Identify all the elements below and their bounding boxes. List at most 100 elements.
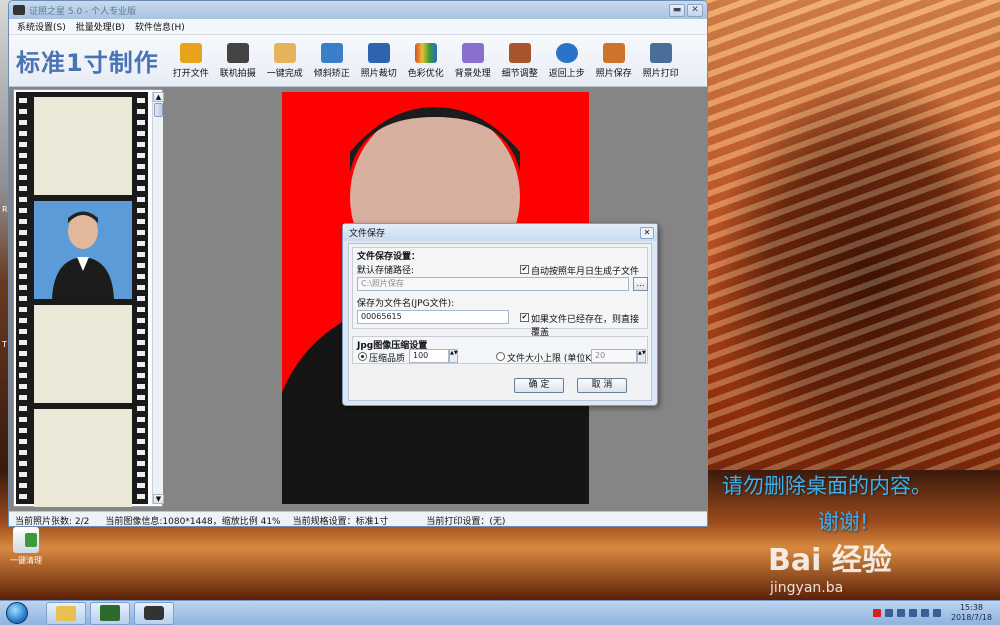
tray-app-icon[interactable] xyxy=(896,609,905,617)
tool-label: 返回上步 xyxy=(548,68,585,79)
undo-button[interactable]: 返回上步 xyxy=(544,42,590,79)
scroll-up-arrow-icon[interactable]: ▲ xyxy=(153,92,164,102)
overwrite-label: 如果文件已经存在，则直接覆盖 xyxy=(531,315,640,338)
tool-label: 照片裁切 xyxy=(360,68,397,79)
start-button[interactable] xyxy=(0,601,34,625)
tool-label: 细节调整 xyxy=(501,68,538,79)
file-save-dialog: 文件保存 ✕ 文件保存设置： 默认存储路径: ✔ 自动按照年月日生成子文件夹 C… xyxy=(342,223,658,406)
taskbar-camera-app[interactable] xyxy=(134,601,174,625)
system-tray: 15:38 2018/7/18 xyxy=(872,603,1000,623)
filename-input[interactable]: 00065615 xyxy=(357,310,509,324)
hand-icon xyxy=(273,42,296,63)
open-file-button[interactable]: 打开文件 xyxy=(168,42,214,79)
sogou-icon[interactable] xyxy=(872,609,881,617)
path-label: 默认存储路径: xyxy=(357,266,415,276)
status-image-info: 当前图像信息:1080*1448，缩放比例 41% xyxy=(105,516,281,527)
dialog-title: 文件保存 xyxy=(349,229,386,239)
desktop-icon-label: 一键清理 xyxy=(10,556,42,565)
detail-adjust-button[interactable]: 细节调整 xyxy=(497,42,543,79)
tool-label: 色彩优化 xyxy=(407,68,444,79)
quality-label: 压缩品质 xyxy=(369,354,406,364)
brand-title: 标准1寸制作 xyxy=(16,49,159,77)
crop-button[interactable]: 照片裁切 xyxy=(356,42,402,79)
color-optimize-button[interactable]: 色彩优化 xyxy=(403,42,449,79)
dialog-body: 文件保存设置： 默认存储路径: ✔ 自动按照年月日生成子文件夹 C:\照片保存 … xyxy=(348,243,652,401)
status-bar: 当前照片张数: 2/2 当前图像信息:1080*1448，缩放比例 41% 当前… xyxy=(9,511,707,527)
one-click-complete-button[interactable]: 一键完成 xyxy=(262,42,308,79)
menu-bar: 系统设置(S) 批量处理(B) 软件信息(H) xyxy=(9,19,707,35)
title-bar[interactable]: 证照之星 5.0 - 个人专业版 ▬ ✕ xyxy=(9,1,707,19)
thumbnail-empty[interactable] xyxy=(34,97,132,195)
close-button[interactable]: ✕ xyxy=(687,3,703,17)
desktop-edge-text: R xyxy=(2,205,8,214)
ok-button[interactable]: 确 定 xyxy=(514,378,564,393)
dialog-close-icon[interactable]: ✕ xyxy=(640,226,654,239)
desktop-edge-text: T xyxy=(2,340,7,349)
filmstrip-scrollbar[interactable]: ▲ ▼ xyxy=(152,92,164,504)
tool-label: 照片保存 xyxy=(595,68,632,79)
desktop-notice-line2: 谢谢! xyxy=(818,510,869,534)
size-limit-input[interactable]: 20 xyxy=(591,349,637,363)
printer-icon xyxy=(649,42,672,63)
thumbnail-empty[interactable] xyxy=(34,305,132,403)
menu-system-settings[interactable]: 系统设置(S) xyxy=(17,20,66,33)
thumbnail-filmstrip: ▲ ▼ xyxy=(13,89,164,507)
thumbnail-empty[interactable] xyxy=(34,409,132,507)
film-sprocket xyxy=(137,92,145,504)
histogram-icon xyxy=(508,42,531,63)
taskbar: 15:38 2018/7/18 xyxy=(0,600,1000,625)
dialog-title-bar[interactable]: 文件保存 ✕ xyxy=(343,224,657,241)
save-photo-button[interactable]: 照片保存 xyxy=(591,42,637,79)
tool-label: 照片打印 xyxy=(642,68,679,79)
camera-icon xyxy=(144,606,164,620)
cleanup-icon xyxy=(13,527,39,553)
network-icon[interactable] xyxy=(920,609,929,617)
cancel-button[interactable]: 取 消 xyxy=(577,378,627,393)
minimize-button[interactable]: ▬ xyxy=(669,3,685,17)
desktop-icon-cleanup[interactable]: 一键清理 xyxy=(6,527,46,566)
floppy-icon xyxy=(602,42,625,63)
tool-label: 打开文件 xyxy=(172,68,209,79)
scroll-thumb[interactable] xyxy=(154,103,163,117)
auto-folder-checkbox[interactable]: ✔ xyxy=(520,265,529,274)
baidu-watermark: Bai 经验 xyxy=(768,543,892,578)
tool-label: 倾斜矫正 xyxy=(313,68,350,79)
quality-radio[interactable] xyxy=(358,352,367,361)
scroll-down-arrow-icon[interactable]: ▼ xyxy=(153,494,164,504)
size-limit-spinner[interactable]: ▲▼ xyxy=(637,349,646,363)
status-photo-count: 当前照片张数: 2/2 xyxy=(15,516,90,527)
toolbar: 标准1寸制作 打开文件 联机拍摄 一键完成 倾斜矫正 照片裁切 色彩优化 背景处… xyxy=(9,35,707,87)
clock-time: 15:38 xyxy=(959,603,984,612)
tool-label: 联机拍摄 xyxy=(219,68,256,79)
thumbnail-portrait[interactable] xyxy=(34,201,132,299)
film-sprocket xyxy=(19,92,27,504)
quality-input[interactable]: 100 xyxy=(409,349,449,363)
filename-label: 保存为文件名(JPG文件): xyxy=(357,299,455,309)
clock-date: 2018/7/18 xyxy=(950,613,992,622)
size-limit-label: 文件大小上限 (单位K) xyxy=(507,354,595,364)
undo-icon xyxy=(555,42,578,63)
status-spec: 当前规格设置：标准1寸 xyxy=(292,516,389,527)
help-icon[interactable] xyxy=(884,609,893,617)
tethered-shoot-button[interactable]: 联机拍摄 xyxy=(215,42,261,79)
volume-icon[interactable] xyxy=(932,609,941,617)
file-save-settings-group: 文件保存设置： 默认存储路径: ✔ 自动按照年月日生成子文件夹 C:\照片保存 … xyxy=(352,247,648,338)
size-limit-radio[interactable] xyxy=(496,352,505,361)
quality-spinner[interactable]: ▲▼ xyxy=(449,349,458,363)
overwrite-checkbox[interactable]: ✔ xyxy=(520,313,529,322)
rotate-icon xyxy=(320,42,343,63)
taskbar-app-a[interactable] xyxy=(90,601,130,625)
background-process-button[interactable]: 背景处理 xyxy=(450,42,496,79)
print-photo-button[interactable]: 照片打印 xyxy=(638,42,684,79)
clock[interactable]: 15:38 2018/7/18 xyxy=(951,603,992,623)
path-input[interactable]: C:\照片保存 xyxy=(357,277,629,291)
taskbar-explorer[interactable] xyxy=(46,601,86,625)
window-title: 证照之星 5.0 - 个人专业版 xyxy=(29,6,137,17)
menu-software-info[interactable]: 软件信息(H) xyxy=(135,20,185,33)
tilt-correct-button[interactable]: 倾斜矫正 xyxy=(309,42,355,79)
menu-batch-process[interactable]: 批量处理(B) xyxy=(76,20,125,33)
flag-icon[interactable] xyxy=(908,609,917,617)
tool-label: 一键完成 xyxy=(266,68,303,79)
browse-button[interactable]: … xyxy=(633,277,648,291)
color-icon xyxy=(414,42,437,63)
